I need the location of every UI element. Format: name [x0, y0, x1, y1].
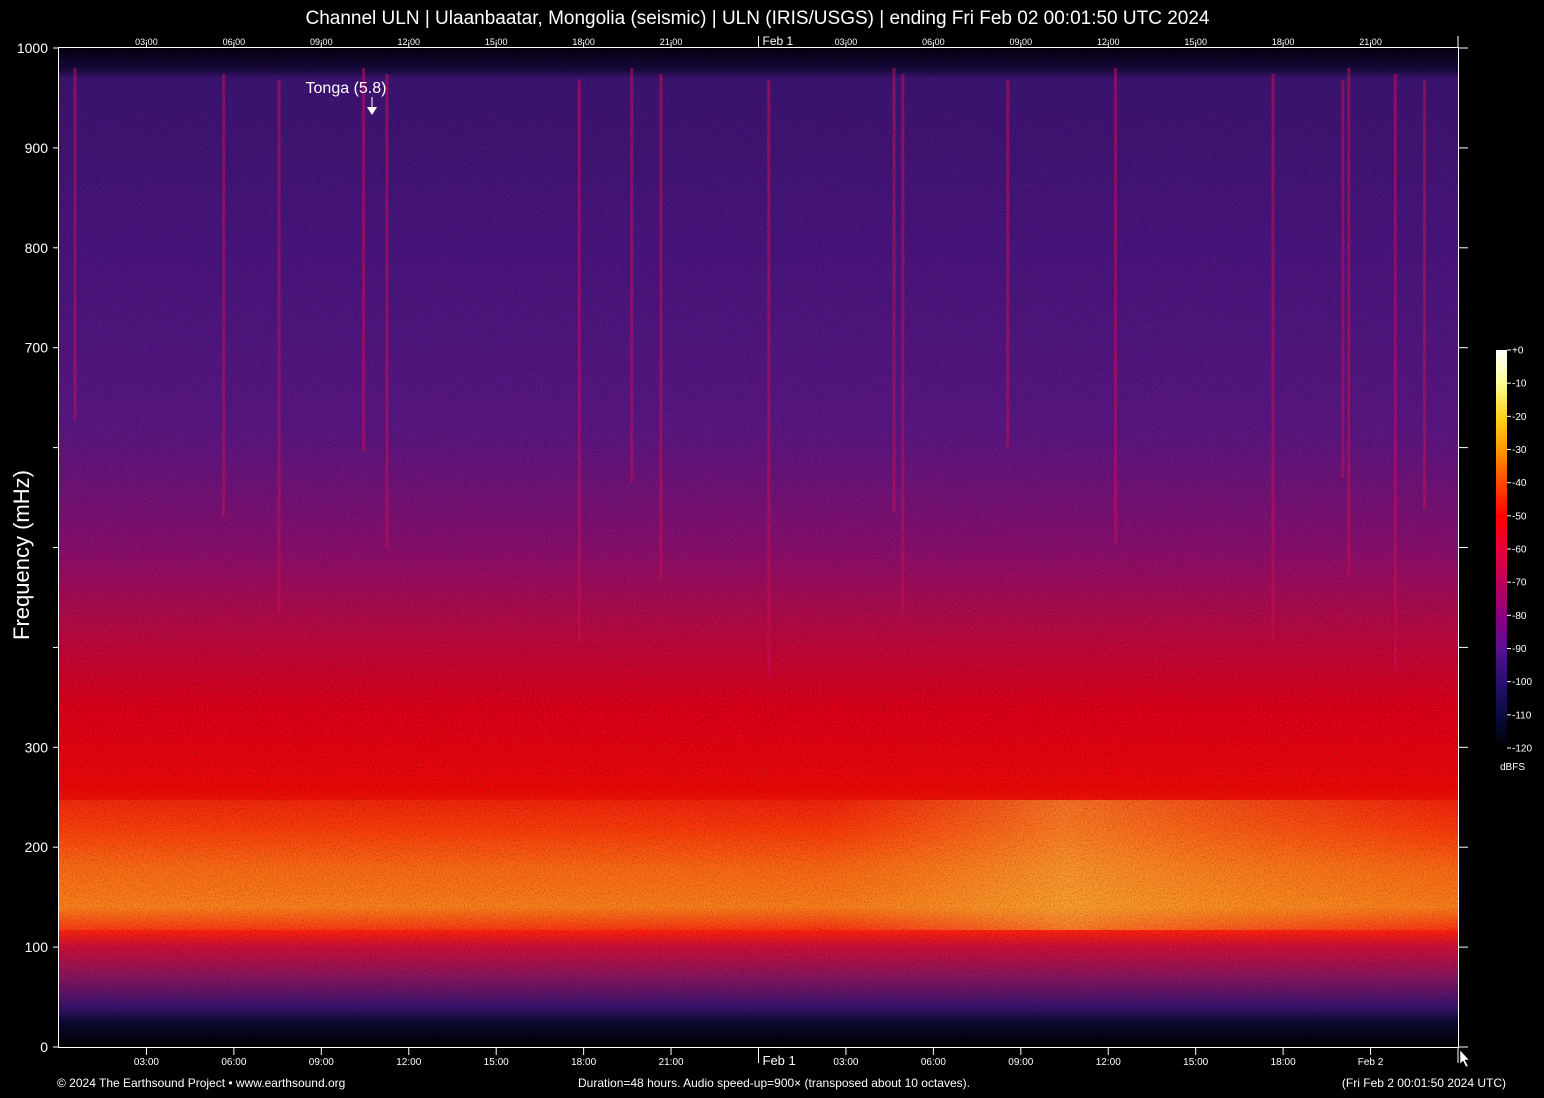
x-tick-label: Feb 2: [1358, 1057, 1384, 1068]
spectrogram-chart: 0 100 200 300 700 800 900 1000 03:00 06:00 09:00 1…: [17, 34, 1533, 1068]
x-tick-label-top: 03:00: [135, 37, 158, 47]
colorbar-tick-label: -30: [1512, 445, 1527, 456]
x-tick-label: 15:00: [484, 1057, 509, 1068]
colorbar-tick-label: -40: [1512, 478, 1527, 489]
x-tick-label: 15:00: [1183, 1057, 1208, 1068]
colorbar-tick-label: -50: [1512, 511, 1527, 522]
x-tick-label-top: 21:00: [1359, 37, 1382, 47]
y-tick-label: 800: [25, 240, 49, 256]
footer-timestamp: (Fri Feb 2 00:01:50 2024 UTC): [1341, 1076, 1506, 1090]
x-tick-label-top: 18:00: [572, 37, 595, 47]
x-axis-bottom: 03:00 06:00 09:00 12:00 15:00 18:00 21:00 Feb 1…: [134, 1047, 1459, 1068]
colorbar-tick-label: -100: [1512, 677, 1532, 688]
x-tick-label-top: 09:00: [310, 37, 333, 47]
colorbar-tick-label: -60: [1512, 545, 1527, 556]
colorbar: [1496, 350, 1507, 748]
x-tick-label-top: 12:00: [397, 37, 420, 47]
x-tick-label: Feb 1: [763, 1053, 796, 1068]
x-tick-label-top: 15:00: [485, 37, 508, 47]
x-tick-label-top: 18:00: [1272, 37, 1295, 47]
x-axis-top: 03:00 06:00 09:00 12:00 15:00 18:00 21:00 Feb 1…: [135, 34, 1459, 48]
x-tick-label: 06:00: [221, 1057, 246, 1068]
noise-texture: [59, 48, 1458, 1047]
x-tick-label: 18:00: [571, 1057, 596, 1068]
annotation-label: Tonga (5.8): [306, 80, 387, 97]
x-tick-label-top: 12:00: [1097, 37, 1120, 47]
x-tick-label: 12:00: [396, 1057, 421, 1068]
x-tick-label-top: Feb 1: [763, 34, 794, 48]
colorbar-tick-label: -70: [1512, 578, 1527, 589]
y-tick-label: 100: [25, 939, 49, 955]
colorbar-unit: dBFS: [1500, 762, 1526, 773]
x-tick-label: 06:00: [921, 1057, 946, 1068]
colorbar-ticks: +0 -10 -20 -30 -40 -50 -60 -70 -80 -90 -100 -110 -12…: [1507, 346, 1532, 755]
colorbar-tick-label: +0: [1512, 346, 1524, 357]
x-tick-label-top: 15:00: [1184, 37, 1207, 47]
x-tick-label-top: 09:00: [1010, 37, 1033, 47]
colorbar-tick-label: -90: [1512, 644, 1527, 655]
x-tick-label: 03:00: [134, 1057, 159, 1068]
x-tick-label-top: 03:00: [835, 37, 858, 47]
cursor-icon: [1459, 1049, 1470, 1068]
y-tick-label: 200: [25, 839, 49, 855]
x-tick-label-top: 21:00: [660, 37, 683, 47]
colorbar-tick-label: -110: [1512, 710, 1532, 721]
x-tick-label: 03:00: [833, 1057, 858, 1068]
y-tick-label: 700: [25, 340, 49, 356]
x-tick-label-top: 06:00: [922, 37, 945, 47]
x-tick-label: 12:00: [1096, 1057, 1121, 1068]
colorbar-tick-label: -10: [1512, 379, 1527, 390]
footer-duration: Duration=48 hours. Audio speed-up=900× (…: [578, 1076, 970, 1090]
y-tick-label: 900: [25, 140, 49, 156]
colorbar-tick-label: -80: [1512, 611, 1527, 622]
x-tick-label-top: 06:00: [223, 37, 246, 47]
x-tick-label: 09:00: [1008, 1057, 1033, 1068]
colorbar-tick-label: -20: [1512, 412, 1527, 423]
x-tick-label: 21:00: [659, 1057, 684, 1068]
y-tick-label: 300: [25, 739, 49, 755]
x-tick-label: 09:00: [309, 1057, 334, 1068]
x-tick-label: 18:00: [1271, 1057, 1296, 1068]
y-tick-label: 1000: [17, 40, 48, 56]
y-tick-label: 0: [40, 1039, 48, 1055]
colorbar-tick-label: -120: [1512, 744, 1532, 755]
